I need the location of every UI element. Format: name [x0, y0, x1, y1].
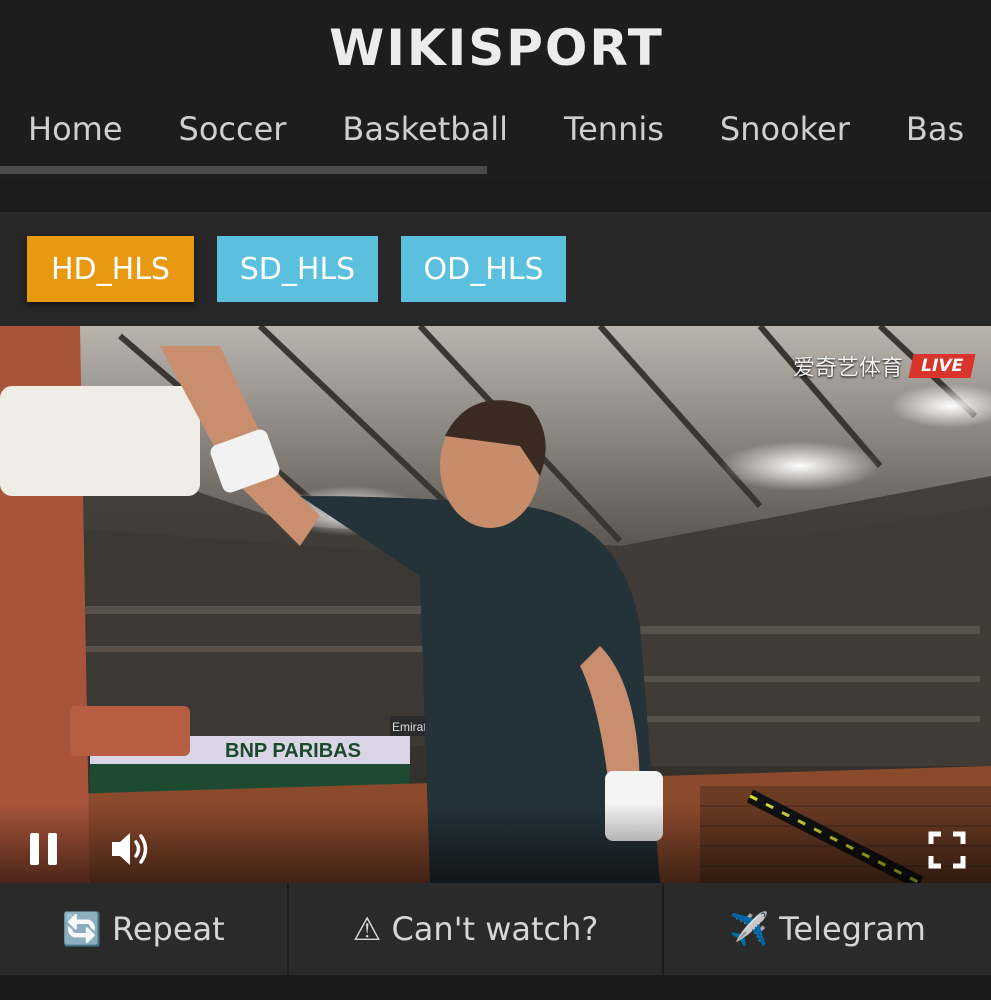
nav-item-home[interactable]: Home: [28, 110, 123, 148]
nav-item-snooker[interactable]: Snooker: [720, 110, 850, 148]
player-footer: 🔄 Repeat ⚠ Can't watch? ✈️ Telegram: [0, 883, 991, 975]
video-controls: [0, 803, 991, 883]
nav-item-baseball[interactable]: Bas: [906, 110, 964, 148]
source-button-sd[interactable]: SD_HLS: [217, 236, 378, 302]
video-player[interactable]: BNP PARIBAS Emirates 爱奇艺体育 LIVE: [0, 326, 991, 883]
source-panel: HD_HLS SD_HLS OD_HLS: [0, 212, 991, 326]
cant-watch-button[interactable]: ⚠ Can't watch?: [289, 883, 665, 975]
site-logo[interactable]: WIKISPORT: [329, 19, 664, 77]
pause-icon[interactable]: [28, 831, 60, 867]
video-frame: BNP PARIBAS Emirates: [0, 326, 991, 883]
nav-scrollbar[interactable]: [0, 166, 487, 174]
site-header: WIKISPORT: [0, 0, 991, 96]
broadcast-watermark: 爱奇艺体育 LIVE: [793, 350, 976, 382]
source-button-od[interactable]: OD_HLS: [401, 236, 566, 302]
nav-item-soccer[interactable]: Soccer: [179, 110, 287, 148]
warning-icon: ⚠: [352, 910, 382, 948]
source-button-hd[interactable]: HD_HLS: [27, 236, 194, 302]
nav-item-tennis[interactable]: Tennis: [564, 110, 664, 148]
repeat-label: Repeat: [112, 910, 225, 948]
nav-item-basketball[interactable]: Basketball: [342, 110, 508, 148]
telegram-button[interactable]: ✈️ Telegram: [664, 883, 991, 975]
repeat-button[interactable]: 🔄 Repeat: [0, 883, 289, 975]
bottom-strip: [0, 975, 991, 1000]
banner-text: BNP PARIBAS: [225, 740, 361, 762]
cant-watch-label: Can't watch?: [391, 910, 599, 948]
repeat-icon: 🔄: [62, 910, 103, 948]
telegram-icon: ✈️: [729, 910, 770, 948]
live-badge: LIVE: [908, 354, 976, 378]
watermark-text: 爱奇艺体育: [793, 356, 904, 381]
volume-icon[interactable]: [110, 830, 152, 868]
fullscreen-icon[interactable]: [928, 831, 966, 869]
telegram-label: Telegram: [779, 910, 926, 948]
